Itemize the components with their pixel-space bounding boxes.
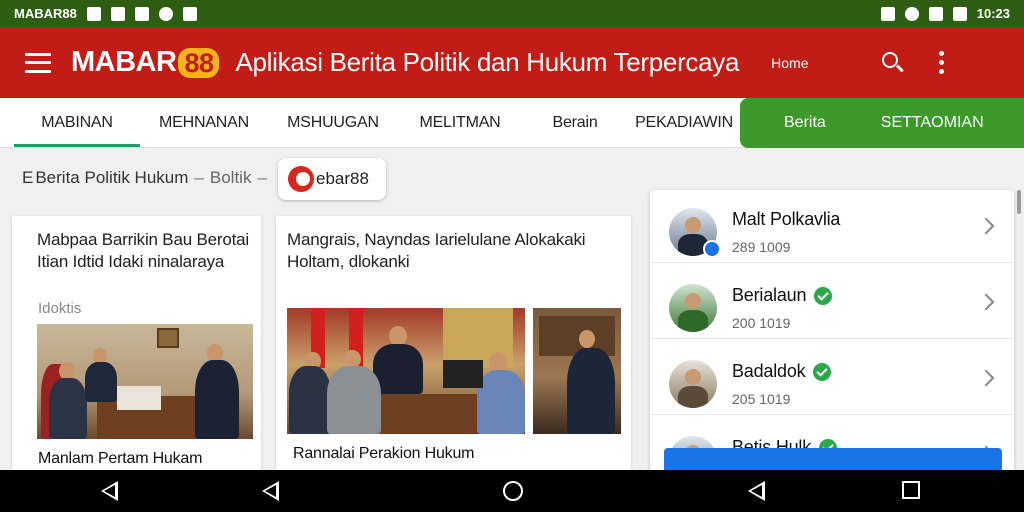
status-bar: MABAR88 10:23 [0,0,1024,27]
highlighted-tabs: Berita SETTAOMIAN [740,98,1024,148]
avatar [669,360,717,408]
system-nav-bar [0,470,1024,512]
chevron-right-icon [977,217,995,235]
article-photo-secondary [533,308,621,434]
article-photo [287,308,525,434]
source-chip[interactable]: ebar88 [278,158,386,200]
verified-icon [813,362,832,381]
scrollbar[interactable] [1017,190,1021,214]
article-meta: Idoktis [38,300,82,317]
list-item-name: Berialaun [732,285,833,306]
back-icon[interactable] [748,481,765,501]
logo-badge: 88 [178,47,220,78]
chevron-right-icon [977,293,995,311]
home-icon[interactable] [503,481,523,501]
tab-mshuugan[interactable]: MSHUUGAN [268,98,398,147]
article-title: Mabpaa Barrikin Bau Berotai Itian Idtid … [37,230,249,271]
article-title: Mangrais, Nayndas Iarielulane Alokakaki … [287,230,586,271]
signal-icon [182,6,197,21]
notification-icon [86,6,101,21]
article-card[interactable]: Mangrais, Nayndas Iarielulane Alokakaki … [276,216,631,476]
list-item-name: Malt Polkavlia [732,209,841,229]
tab-pekadiawin[interactable]: PEKADIAWIN [628,98,740,147]
app-logo[interactable]: MABAR 88 [71,46,220,79]
article-photo [37,324,253,439]
breadcrumb-section[interactable]: Berita Politik Hukum [35,168,188,188]
battery-icon [952,6,967,21]
clock: 10:23 [976,6,1010,21]
chevron-right-icon [977,369,995,387]
article-card[interactable]: Mabpaa Barrikin Bau Berotai Itian Idtid … [12,216,261,476]
back-icon[interactable] [262,481,279,501]
app-bar: MABAR 88 Aplikasi Berita Politik dan Huk… [0,27,1024,98]
list-item[interactable]: Berialaun 200 1019 [650,266,1014,339]
breadcrumb-sub[interactable]: Boltik [210,168,252,188]
sync-icon [158,6,173,21]
list-item-sub: 289 1009 [732,239,791,255]
tab-berain[interactable]: Berain [522,98,628,147]
carrier-label: MABAR88 [14,6,77,21]
recents-icon[interactable] [902,481,920,499]
chip-label: ebar88 [316,169,369,188]
article-caption: Manlam Pertam Hukam [38,450,203,467]
tab-mehnanan[interactable]: MEHNANAN [140,98,268,147]
search-icon[interactable] [881,51,905,75]
home-link[interactable]: Home [771,55,808,71]
app-title: Aplikasi Berita Politik dan Hukum Terper… [235,47,740,77]
tab-mabinan[interactable]: MABINAN [14,98,140,147]
source-logo-icon [288,166,314,192]
list-item-sub: 205 1019 [732,391,791,407]
list-item-sub: 200 1019 [732,315,791,331]
tab-settaomian[interactable]: SETTAOMIAN [881,114,984,132]
back-icon[interactable] [101,481,118,501]
list-item[interactable]: Malt Polkavlia 289 1009 [650,190,1014,263]
trending-list: Malt Polkavlia 289 1009 Berialaun 200 10… [650,190,1014,480]
message-icon [134,6,149,21]
breadcrumb-separator: – [194,168,204,187]
breadcrumb: E Berita Politik Hukum – Boltik – [22,168,273,188]
wifi-icon [904,6,919,21]
kebab-icon[interactable] [938,51,944,74]
list-item[interactable]: Badaldok 205 1019 [650,342,1014,415]
cell-signal-icon [928,6,943,21]
tab-melitman[interactable]: MELITMAN [398,98,522,147]
verified-icon [814,286,833,305]
logo-text: MABAR [71,46,177,78]
tab-berita[interactable]: Berita [784,114,826,132]
hamburger-icon[interactable] [25,52,51,73]
avatar [669,284,717,332]
breadcrumb-separator: – [257,168,267,187]
social-badge-icon [703,240,721,258]
breadcrumb-prefix: E [22,168,34,187]
list-item-name: Badaldok [732,361,832,382]
app-notification-icon [110,6,125,21]
vibrate-icon [880,6,895,21]
article-caption: Rannalai Perakion Hukum [293,445,475,462]
